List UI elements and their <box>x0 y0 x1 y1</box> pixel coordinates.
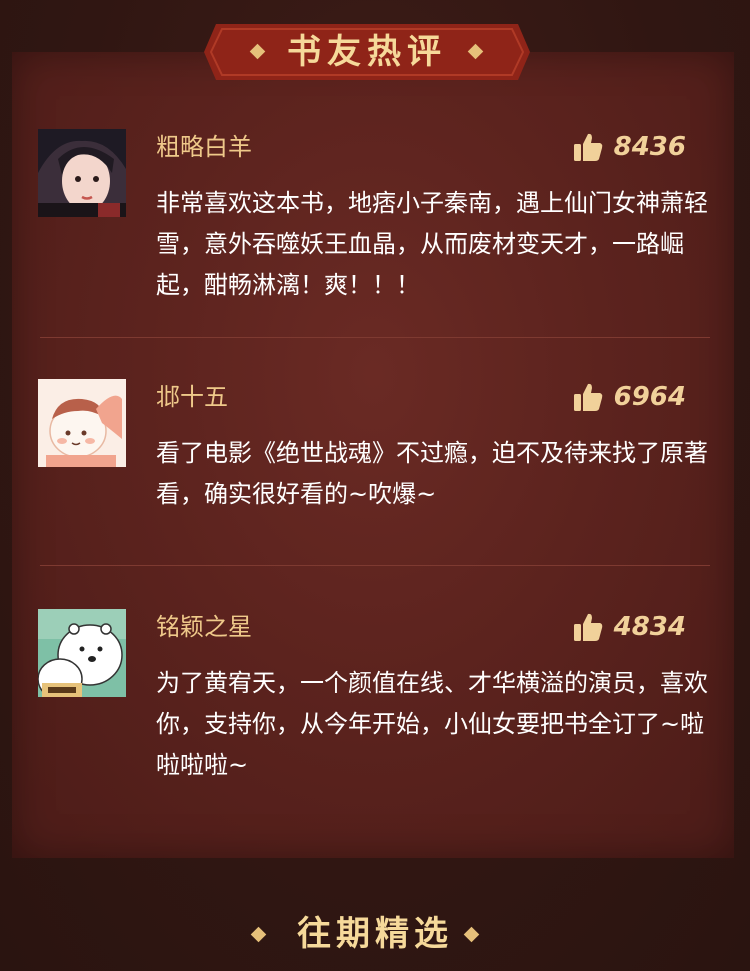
footer-section-title: 往期精选 <box>297 914 453 954</box>
review-divider <box>40 565 710 566</box>
thumbs-up-icon <box>573 613 602 641</box>
like-button[interactable]: 8436 <box>572 129 686 165</box>
section-header-banner: 书友热评 <box>204 24 530 80</box>
avatar[interactable] <box>38 129 126 217</box>
review-comment: 非常喜欢这本书，地痞小子秦南，遇上仙门女神萧轻雪，意外吞噬妖王血晶，从而废材变天… <box>156 189 708 299</box>
review-username: 粗略白羊 <box>156 133 252 161</box>
review-username: 铭颖之星 <box>156 613 252 641</box>
like-button[interactable]: 6964 <box>572 379 686 415</box>
like-button[interactable]: 4834 <box>572 609 686 645</box>
review-username: 邶十五 <box>156 383 228 411</box>
review-item: 铭颖之星 4834 为了黄宥天，一个颜值在线、才华横溢的演员，喜欢你，支持你，从… <box>38 609 710 789</box>
review-item: 邶十五 6964 看了电影《绝世战魂》不过瘾，迫不及待来找了原著看，确实很好看的… <box>38 379 710 519</box>
like-count: 8436 <box>613 132 686 162</box>
section-title: 书友热评 <box>287 32 447 72</box>
review-item: 粗略白羊 8436 非常喜欢这本书，地痞小子秦南，遇上仙门女神萧轻雪，意外吞噬妖… <box>38 129 710 309</box>
avatar[interactable] <box>38 609 126 697</box>
avatar[interactable] <box>38 379 126 467</box>
review-divider <box>40 337 710 338</box>
like-count: 6964 <box>613 382 686 412</box>
thumbs-up-icon <box>573 133 602 161</box>
thumbs-up-icon <box>573 383 602 411</box>
review-comment: 看了电影《绝世战魂》不过瘾，迫不及待来找了原著看，确实很好看的~吹爆~ <box>156 439 708 508</box>
like-count: 4834 <box>613 612 686 642</box>
review-comment: 为了黄宥天，一个颜值在线、才华横溢的演员，喜欢你，支持你，从今年开始，小仙女要把… <box>156 669 708 779</box>
